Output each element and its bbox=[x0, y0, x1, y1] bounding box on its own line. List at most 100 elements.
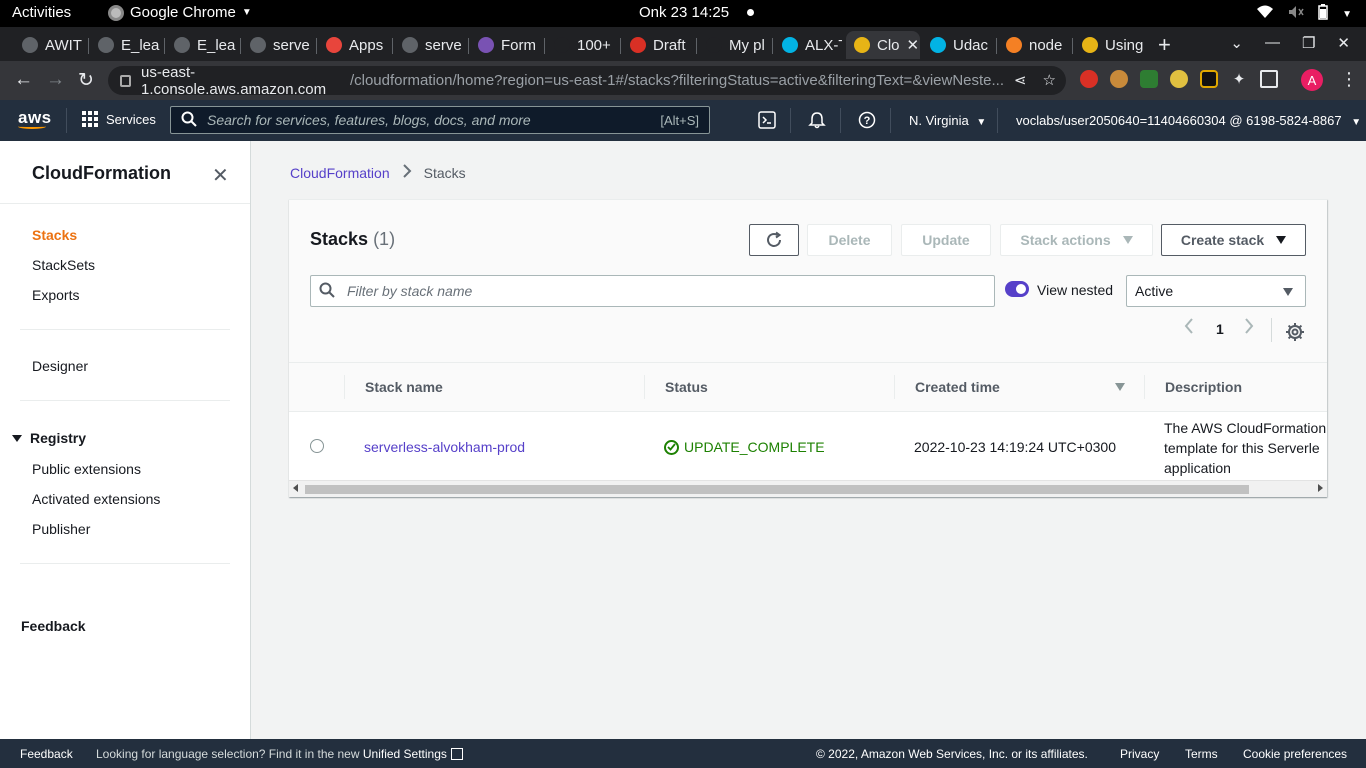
footer-terms-link[interactable]: Terms bbox=[1185, 747, 1218, 761]
aws-search-input[interactable] bbox=[207, 112, 647, 128]
extension-yellow-icon[interactable] bbox=[1170, 70, 1188, 88]
browser-tab[interactable]: E_lea bbox=[90, 31, 162, 59]
unified-settings-link[interactable]: Unified Settings bbox=[363, 747, 447, 761]
share-icon[interactable]: ⋖ bbox=[1014, 71, 1027, 89]
region-selector[interactable]: N. Virginia ▼ bbox=[909, 113, 986, 128]
services-menu-button[interactable]: Services bbox=[82, 111, 156, 127]
stack-filter-input[interactable] bbox=[347, 283, 947, 299]
browser-tab[interactable]: 100+ bbox=[546, 31, 618, 59]
scroll-left-icon[interactable] bbox=[293, 484, 298, 492]
sidebar-item-exports[interactable]: Exports bbox=[32, 287, 79, 303]
sidebar-item-publisher[interactable]: Publisher bbox=[32, 521, 90, 537]
help-icon[interactable]: ? bbox=[857, 110, 877, 130]
sidebar-feedback-link[interactable]: Feedback bbox=[21, 618, 86, 634]
browser-tab[interactable]: serve bbox=[394, 31, 466, 59]
sidebar-item-activated-extensions[interactable]: Activated extensions bbox=[32, 491, 160, 507]
close-tab-icon[interactable]: ✕ bbox=[907, 36, 920, 54]
close-icon[interactable]: ✕ bbox=[212, 163, 229, 188]
aws-logo[interactable]: aws bbox=[18, 108, 52, 129]
delete-button[interactable]: Delete bbox=[807, 224, 892, 256]
stack-description: The AWS CloudFormation template for this… bbox=[1164, 418, 1327, 478]
browser-tab[interactable]: AWIT bbox=[14, 31, 86, 59]
browser-tab[interactable]: node bbox=[998, 31, 1070, 59]
new-tab-icon[interactable]: + bbox=[1158, 32, 1171, 58]
row-select-radio[interactable] bbox=[310, 439, 324, 453]
stacks-heading: Stacks (1) bbox=[310, 229, 395, 250]
minimize-icon[interactable]: — bbox=[1265, 34, 1280, 52]
browser-tab[interactable]: Draft bbox=[622, 31, 694, 59]
maximize-icon[interactable]: ❐ bbox=[1302, 34, 1315, 52]
sidebar-section-registry[interactable]: Registry bbox=[12, 430, 86, 446]
browser-tab[interactable]: My pl bbox=[698, 31, 770, 59]
profile-avatar[interactable]: A bbox=[1301, 69, 1323, 91]
back-arrow-icon[interactable]: ← bbox=[14, 69, 33, 91]
address-bar[interactable]: us-east-1.console.aws.amazon.com/cloudfo… bbox=[108, 64, 1066, 98]
column-stack-name[interactable]: Stack name bbox=[365, 379, 443, 395]
sidebar-item-stacks[interactable]: Stacks bbox=[32, 227, 77, 243]
browser-tab[interactable]: Using bbox=[1074, 31, 1146, 59]
scroll-right-icon[interactable] bbox=[1318, 484, 1323, 492]
aws-search-box[interactable]: [Alt+S] bbox=[170, 106, 710, 134]
extensions-puzzle-icon[interactable]: ✦ bbox=[1230, 70, 1248, 88]
column-status[interactable]: Status bbox=[665, 379, 708, 395]
bookmark-star-icon[interactable]: ☆ bbox=[1043, 71, 1056, 89]
create-stack-button[interactable]: Create stack bbox=[1161, 224, 1306, 256]
previous-page-icon[interactable] bbox=[1184, 318, 1194, 339]
update-button[interactable]: Update bbox=[901, 224, 991, 256]
tab-label: E_lea bbox=[121, 36, 160, 54]
view-nested-toggle[interactable] bbox=[1005, 281, 1029, 297]
console-footer: Feedback Looking for language selection?… bbox=[0, 739, 1366, 768]
sidebar-item-designer[interactable]: Designer bbox=[32, 358, 88, 374]
browser-tab[interactable]: Form bbox=[470, 31, 542, 59]
clock[interactable]: Onk 23 14:25 bbox=[639, 4, 755, 21]
stack-name-link[interactable]: serverless-alvokham-prod bbox=[364, 439, 525, 455]
table-row[interactable]: serverless-alvokham-prod UPDATE_COMPLETE… bbox=[289, 412, 1327, 480]
close-window-icon[interactable]: ✕ bbox=[1337, 34, 1350, 52]
activities-button[interactable]: Activities bbox=[12, 4, 71, 21]
sidebar-item-stacksets[interactable]: StackSets bbox=[32, 257, 95, 273]
adblock-icon[interactable] bbox=[1080, 70, 1098, 88]
browser-tab[interactable]: serve bbox=[242, 31, 314, 59]
notifications-bell-icon[interactable] bbox=[807, 110, 827, 130]
sort-descending-icon[interactable] bbox=[1115, 383, 1125, 391]
lighthouse-icon[interactable] bbox=[1200, 70, 1218, 88]
tab-search-chevron-icon[interactable]: ⌄ bbox=[1230, 34, 1243, 52]
browser-tab[interactable]: Clo ✕ bbox=[846, 31, 920, 59]
chrome-menu-icon[interactable]: ⋮ bbox=[1340, 69, 1358, 90]
reload-icon[interactable]: ↻ bbox=[78, 69, 94, 92]
tab-label: serve bbox=[273, 36, 310, 54]
stack-filter-box[interactable] bbox=[310, 275, 995, 307]
column-created-time[interactable]: Created time bbox=[915, 379, 1000, 395]
footer-privacy-link[interactable]: Privacy bbox=[1120, 747, 1159, 761]
system-tray[interactable]: ▼ bbox=[1256, 4, 1352, 24]
breadcrumb-cloudformation[interactable]: CloudFormation bbox=[290, 165, 390, 181]
footer-feedback-link[interactable]: Feedback bbox=[20, 747, 73, 761]
success-check-icon bbox=[664, 439, 679, 455]
stack-actions-button[interactable]: Stack actions bbox=[1000, 224, 1153, 256]
footer-cookie-preferences-link[interactable]: Cookie preferences bbox=[1243, 747, 1347, 761]
app-menu[interactable]: Google Chrome ▼ bbox=[108, 4, 252, 21]
tab-label: E_lea bbox=[197, 36, 236, 54]
cloudshell-icon[interactable] bbox=[757, 110, 777, 130]
scrollbar-thumb[interactable] bbox=[305, 485, 1249, 494]
browser-tab[interactable]: ALX-T bbox=[774, 31, 842, 59]
forward-arrow-icon[interactable]: → bbox=[46, 69, 65, 91]
description-line: application bbox=[1164, 460, 1231, 476]
gear-icon[interactable] bbox=[1286, 323, 1304, 341]
horizontal-scrollbar[interactable] bbox=[289, 480, 1327, 497]
column-description[interactable]: Description bbox=[1165, 379, 1242, 395]
account-menu[interactable]: voclabs/user2050640=11404660304 @ 6198-5… bbox=[1016, 113, 1361, 128]
browser-tab[interactable]: Udac bbox=[922, 31, 994, 59]
bw-extension-icon[interactable] bbox=[1140, 70, 1158, 88]
refresh-button[interactable] bbox=[749, 224, 799, 256]
sidebar-item-public-extensions[interactable]: Public extensions bbox=[32, 461, 141, 477]
next-page-icon[interactable] bbox=[1244, 318, 1254, 339]
github-icon bbox=[174, 37, 190, 53]
tab-label: Using bbox=[1105, 36, 1144, 54]
status-filter-select[interactable]: Active bbox=[1126, 275, 1306, 307]
side-panel-icon[interactable] bbox=[1260, 70, 1278, 88]
browser-tab[interactable]: E_lea bbox=[166, 31, 238, 59]
page-number[interactable]: 1 bbox=[1216, 321, 1224, 337]
cookie-icon[interactable] bbox=[1110, 70, 1128, 88]
browser-tab[interactable]: Apps bbox=[318, 31, 390, 59]
